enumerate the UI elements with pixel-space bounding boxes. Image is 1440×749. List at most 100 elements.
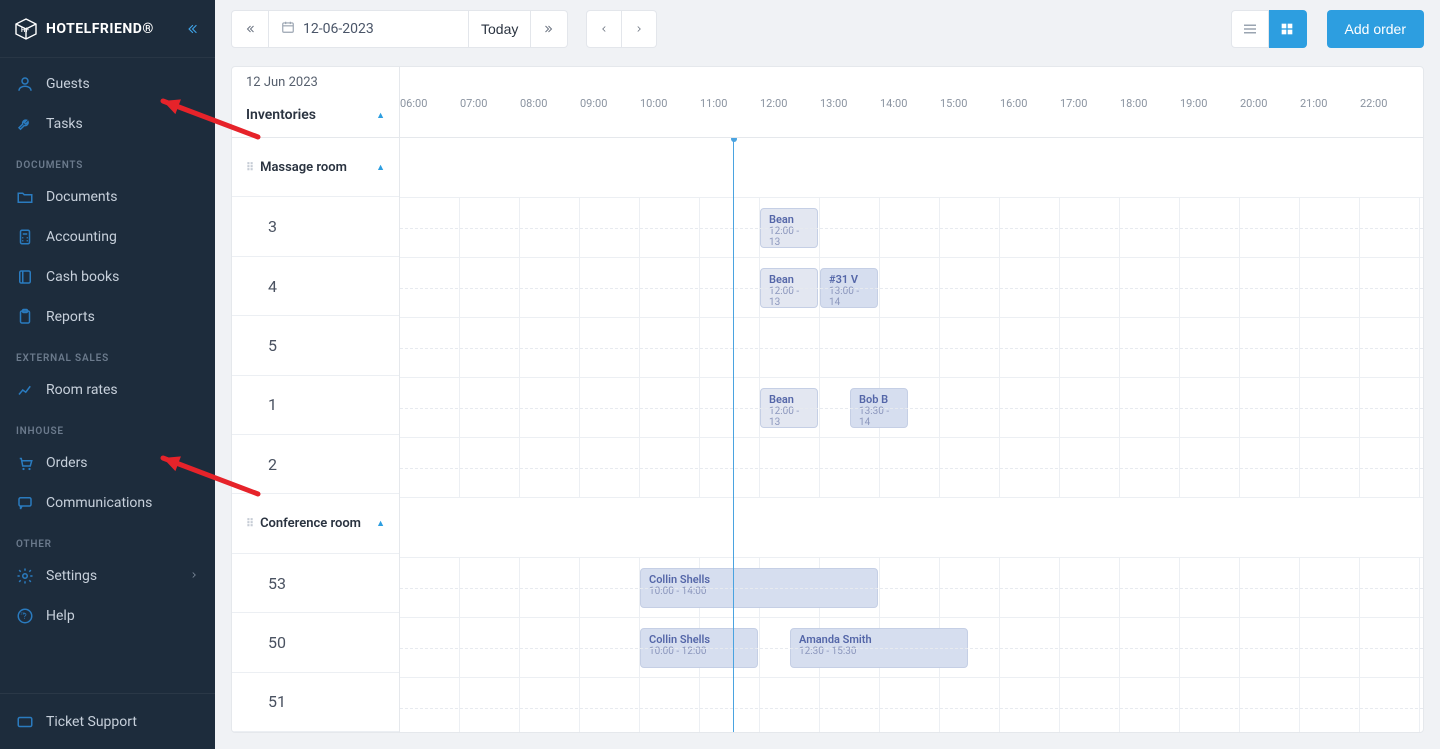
inventory-row[interactable]: Bean12:00 - 13#31 V13:00 - 14 [400, 258, 1423, 318]
inventory-row-label[interactable]: 1 [232, 376, 399, 435]
inventory-row[interactable] [400, 678, 1423, 732]
toolbar: 12-06-2023 Today [215, 0, 1440, 58]
sidebar-item-tasks[interactable]: Tasks [0, 104, 215, 144]
time-cell: 10:00 [640, 97, 700, 137]
event-time: 13:00 - 14 [829, 286, 869, 308]
ticket-support-label: Ticket Support [46, 714, 137, 730]
scheduler-grid[interactable]: Bean12:00 - 13Bean12:00 - 13#31 V13:00 -… [400, 138, 1423, 732]
booking-event[interactable]: Bean12:00 - 13 [760, 208, 818, 248]
inventory-row[interactable]: Collin Shells10:00 - 12:00 Amanda Smith12… [400, 618, 1423, 678]
sidebar-item-label: Settings [46, 568, 177, 584]
inventory-row-label[interactable]: 5 [232, 316, 399, 375]
sidebar-item-reports[interactable]: Reports [0, 297, 215, 337]
add-order-button[interactable]: Add order [1327, 10, 1424, 48]
event-time: 10:00 - 14:00 [649, 586, 869, 597]
time-cell: 14:00 [880, 97, 940, 137]
inventory-row[interactable] [400, 318, 1423, 378]
time-cell: 17:00 [1060, 97, 1120, 137]
event-name: Bob B [859, 393, 899, 406]
sidebar-item-label: Tasks [46, 116, 199, 132]
date-input[interactable]: 12-06-2023 [269, 10, 469, 48]
time-cell: 11:00 [700, 97, 760, 137]
sidebar-item-communications[interactable]: Communications [0, 483, 215, 523]
step-nav-group [586, 10, 657, 48]
inventory-row-label[interactable]: 3 [232, 197, 399, 256]
inventories-label: Inventories [246, 107, 316, 123]
event-name: #31 V [829, 273, 869, 286]
time-cell: 13:00 [820, 97, 880, 137]
sidebar-footer[interactable]: Ticket Support [0, 693, 215, 749]
sidebar-header: HF HOTELFRIEND® [0, 0, 215, 58]
scheduler-body: ⠿Massage room▲34512⠿Conference room▲5350… [232, 138, 1423, 732]
sidebar-item-guests[interactable]: Guests [0, 64, 215, 104]
list-view-button[interactable] [1231, 10, 1269, 48]
clipboard-icon [16, 308, 34, 326]
nav-section-title: INHOUSE [0, 410, 215, 443]
inventory-row-label[interactable]: 51 [232, 673, 399, 732]
inventory-row[interactable]: Bean12:00 - 13 [400, 198, 1423, 258]
event-time: 10:00 - 12:00 [649, 646, 749, 657]
collapse-caret-icon[interactable]: ▲ [376, 518, 385, 529]
nav: GuestsTasks DOCUMENTSDocumentsAccounting… [0, 58, 215, 693]
folder-icon [16, 188, 34, 206]
sidebar-item-label: Help [46, 608, 199, 624]
sidebar-item-label: Documents [46, 189, 199, 205]
sidebar-item-orders[interactable]: Orders [0, 443, 215, 483]
prev-button[interactable] [586, 10, 622, 48]
collapse-caret-icon[interactable]: ▲ [376, 162, 385, 173]
chevron-right-icon [189, 568, 199, 584]
collapse-sidebar-icon[interactable] [183, 20, 201, 38]
inventory-row[interactable]: Bean12:00 - 13 Bob B13:30 - 14 [400, 378, 1423, 438]
scheduler-header: 12 Jun 2023 Inventories ▲ 06:0007:0008:0… [232, 67, 1423, 138]
date-header: 12 Jun 2023 [232, 67, 399, 97]
booking-event[interactable]: #31 V13:00 - 14 [820, 268, 878, 308]
calculator-icon [16, 228, 34, 246]
sidebar-item-label: Communications [46, 495, 199, 511]
booking-event[interactable]: Amanda Smith12:30 - 15:30 [790, 628, 968, 668]
sidebar-item-settings[interactable]: Settings [0, 556, 215, 596]
event-time: 13:30 - 14 [859, 406, 899, 428]
event-name: Collin Shells [649, 633, 749, 646]
sidebar-item-room-rates[interactable]: Room rates [0, 370, 215, 410]
logo-mark: HF [14, 17, 38, 41]
sidebar-item-documents[interactable]: Documents [0, 177, 215, 217]
time-cell: 16:00 [1000, 97, 1060, 137]
event-name: Amanda Smith [799, 633, 959, 646]
inventory-row-label[interactable]: 53 [232, 554, 399, 613]
sidebar-item-label: Orders [46, 455, 199, 471]
sidebar-item-cash-books[interactable]: Cash books [0, 257, 215, 297]
sidebar-item-accounting[interactable]: Accounting [0, 217, 215, 257]
booking-event[interactable]: Bob B13:30 - 14 [850, 388, 908, 428]
group-header[interactable]: ⠿Conference room▲ [232, 494, 399, 553]
nav-section-title: EXTERNAL SALES [0, 337, 215, 370]
today-button[interactable]: Today [469, 10, 531, 48]
next-button[interactable] [622, 10, 657, 48]
event-name: Collin Shells [649, 573, 869, 586]
drag-handle-icon[interactable]: ⠿ [246, 161, 254, 174]
inventory-row-label[interactable]: 2 [232, 435, 399, 494]
inventory-row[interactable] [400, 438, 1423, 498]
booking-event[interactable]: Collin Shells10:00 - 14:00 [640, 568, 878, 608]
prev-fast-button[interactable] [231, 10, 269, 48]
inventory-row[interactable]: Collin Shells10:00 - 14:00 [400, 558, 1423, 618]
gear-icon [16, 567, 34, 585]
svg-text:HF: HF [21, 27, 30, 34]
next-fast-button[interactable] [531, 10, 568, 48]
inventory-row-label[interactable]: 50 [232, 613, 399, 672]
sidebar: HF HOTELFRIEND® GuestsTasks DOCUMENTSDoc… [0, 0, 215, 749]
sidebar-item-label: Room rates [46, 382, 199, 398]
booking-event[interactable]: Bean12:00 - 13 [760, 388, 818, 428]
time-cell: 12:00 [760, 97, 820, 137]
booking-event[interactable]: Collin Shells10:00 - 12:00 [640, 628, 758, 668]
group-header[interactable]: ⠿Massage room▲ [232, 138, 399, 197]
time-cell: 22:00 [1360, 97, 1420, 137]
ticket-icon [16, 713, 34, 731]
sidebar-item-help[interactable]: ?24Help [0, 596, 215, 636]
inventories-header[interactable]: Inventories ▲ [232, 97, 399, 133]
grid-view-button[interactable] [1269, 10, 1307, 48]
booking-event[interactable]: Bean12:00 - 13 [760, 268, 818, 308]
sidebar-item-label: Reports [46, 309, 199, 325]
inventory-row-label[interactable]: 4 [232, 257, 399, 316]
brand-name: HOTELFRIEND [46, 21, 142, 37]
drag-handle-icon[interactable]: ⠿ [246, 517, 254, 530]
